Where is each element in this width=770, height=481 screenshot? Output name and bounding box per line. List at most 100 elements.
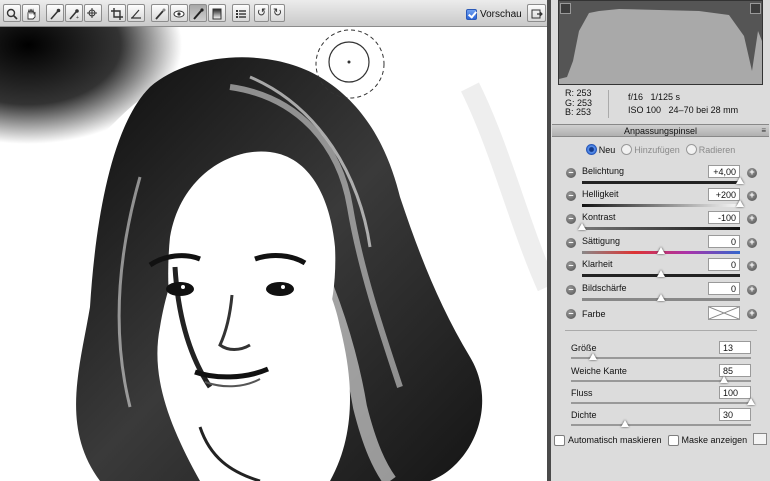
fluss-slider-thumb[interactable] [747,398,755,405]
color-row: – Farbe + [551,306,770,330]
belichtung-label: Belichtung [582,166,625,176]
radio-hinzufuegen[interactable] [621,144,633,155]
kontrast-slider-track[interactable] [582,227,740,230]
b-label: B: [565,107,574,117]
crop-tool-icon[interactable] [108,4,126,22]
klarheit-label: Klarheit [582,259,613,269]
brush-row-dichte: Dichte 30 [551,408,770,430]
slider-row-saettigung: – Sättigung 0 + [551,235,770,259]
mode-hinzufuegen-label: Hinzufügen [634,144,680,155]
bildschaerfe-slider-thumb[interactable] [657,294,665,301]
mode-hinzufuegen[interactable]: Hinzufügen [621,144,680,155]
auto-mask-checkbox[interactable] [554,434,565,446]
graduated-filter-tool-icon[interactable] [208,4,226,22]
brush-mode-group: Neu Hinzufügen Radieren [551,144,770,155]
groesse-slider-track[interactable] [571,357,751,359]
rotate-left-icon[interactable]: ↺ [254,4,269,22]
g-label: G: [565,97,575,108]
saettigung-label: Sättigung [582,236,621,246]
color-sampler-tool-icon[interactable]: + [65,4,83,22]
weiche-kante-slider-thumb[interactable] [720,376,728,383]
preview-label: Vorschau [480,8,522,20]
dichte-label: Dichte [571,410,597,420]
aperture: f/16 [628,92,644,102]
straighten-tool-icon[interactable] [127,4,145,22]
plus-icon[interactable]: + [747,309,757,319]
zoom-tool-icon[interactable] [3,4,21,22]
hand-tool-icon[interactable] [22,4,40,22]
fluss-slider-track[interactable] [571,402,751,404]
svg-text:+: + [76,15,79,20]
brush-cursor-icon [315,29,385,99]
iso: ISO 100 [628,105,662,115]
radio-radieren[interactable] [685,144,697,155]
g-value: 253 [577,97,593,108]
mode-neu-label: Neu [598,144,616,155]
highlight-clipping-warning-icon[interactable] [750,3,761,14]
kontrast-label: Kontrast [582,212,616,222]
slider-row-kontrast: – Kontrast -100 + [551,211,770,235]
preview-toggle[interactable]: Vorschau [466,6,522,22]
shutter-speed: 1/125 s [650,92,681,102]
klarheit-slider-thumb[interactable] [657,270,665,277]
minus-icon[interactable]: – [566,214,576,224]
groesse-value[interactable]: 13 [719,341,751,354]
belichtung-slider-track[interactable] [582,181,740,184]
show-mask-checkbox[interactable] [667,434,679,446]
fluss-label: Fluss [571,388,593,398]
kontrast-slider-thumb[interactable] [578,223,586,230]
brush-row-weiche-kante: Weiche Kante 85 [551,364,770,386]
dichte-value[interactable]: 30 [719,408,751,421]
saettigung-slider-thumb[interactable] [657,247,665,254]
minus-icon[interactable]: – [566,168,576,178]
red-eye-tool-icon[interactable] [170,4,188,22]
mode-radieren[interactable]: Radieren [685,144,735,155]
helligkeit-slider-thumb[interactable] [736,200,744,207]
kontrast-value[interactable]: -100 [708,211,740,224]
open-fullscreen-icon[interactable] [527,4,546,22]
histogram [558,0,763,85]
plus-icon[interactable]: + [747,214,757,224]
auto-mask-label: Automatisch maskieren [568,435,662,445]
dichte-slider-thumb[interactable] [621,420,629,427]
white-balance-tool-icon[interactable] [46,4,64,22]
helligkeit-slider-track[interactable] [582,204,740,207]
preferences-list-icon[interactable] [232,4,250,22]
mask-options: Automatisch maskieren Maske anzeigen [551,433,770,447]
minus-icon[interactable]: – [566,238,576,248]
plus-icon[interactable]: + [747,285,757,295]
slider-row-helligkeit: – Helligkeit +200 + [551,188,770,212]
plus-icon[interactable]: + [747,168,757,178]
shadow-clipping-warning-icon[interactable] [560,3,571,14]
portrait-image [0,27,547,481]
lens: 24–70 bei 28 mm [668,105,739,115]
targeted-adjustment-tool-icon[interactable] [84,4,102,22]
color-swatch[interactable] [708,306,740,320]
adjustment-brush-tool-icon[interactable] [189,4,207,22]
radio-neu[interactable] [585,144,597,155]
minus-icon[interactable]: – [566,309,576,319]
mode-neu[interactable]: Neu [585,144,616,155]
b-value: 253 [576,107,592,117]
right-panel: R: 253 G: 253 B: 253 f/16 1/125 s ISO 10… [551,0,770,481]
bildschaerfe-value[interactable]: 0 [708,282,740,295]
belichtung-slider-thumb[interactable] [736,177,744,184]
groesse-label: Größe [571,343,597,353]
groesse-slider-thumb[interactable] [588,353,597,360]
saettigung-value[interactable]: 0 [708,235,740,248]
plus-icon[interactable]: + [747,238,757,248]
spot-removal-tool-icon[interactable] [151,4,169,22]
photo-canvas[interactable] [0,27,547,481]
rotate-right-icon[interactable]: ↻ [270,4,285,22]
r-label: R: [565,88,574,98]
dichte-slider-track[interactable] [571,424,751,426]
plus-icon[interactable]: + [747,191,757,201]
preview-checkbox[interactable] [466,8,477,20]
panel-menu-icon[interactable]: ≡ [761,125,766,137]
minus-icon[interactable]: – [566,285,576,295]
klarheit-value[interactable]: 0 [708,258,740,271]
plus-icon[interactable]: + [747,261,757,271]
mask-color-swatch[interactable] [753,433,767,445]
minus-icon[interactable]: – [566,191,576,201]
minus-icon[interactable]: – [566,261,576,271]
